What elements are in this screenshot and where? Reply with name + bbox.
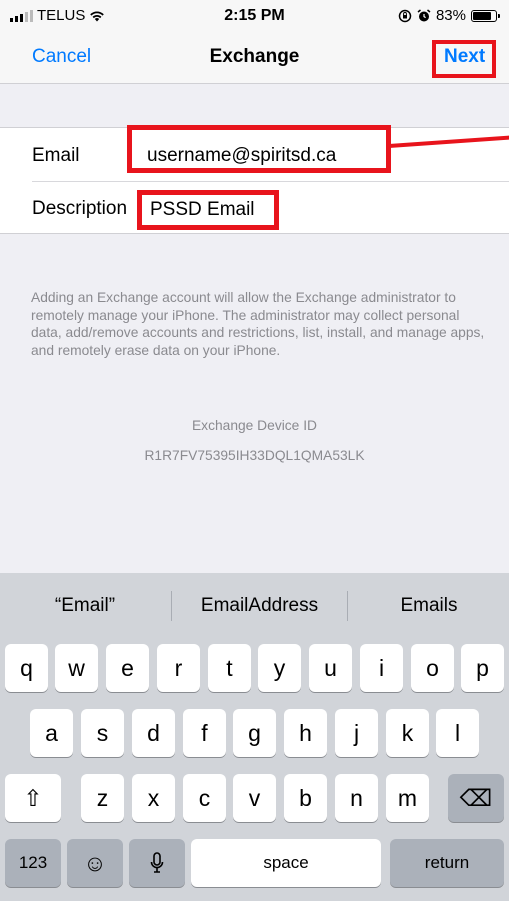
numbers-key[interactable]: 123 (5, 839, 61, 887)
key-c[interactable]: c (183, 774, 226, 822)
alarm-icon (417, 8, 431, 21)
email-highlight-box (127, 125, 391, 173)
delete-key[interactable]: ⌫ (448, 774, 504, 822)
dictation-key[interactable] (129, 839, 185, 887)
key-o[interactable]: o (411, 644, 454, 692)
key-d[interactable]: d (132, 709, 175, 757)
key-p[interactable]: p (461, 644, 504, 692)
key-f[interactable]: f (183, 709, 226, 757)
key-s[interactable]: s (81, 709, 124, 757)
key-t[interactable]: t (208, 644, 251, 692)
suggestion-3[interactable]: Emails (349, 595, 509, 617)
return-key[interactable]: return (390, 839, 504, 887)
keyboard: “Email” EmailAddress Emails q w e r t y … (0, 573, 509, 901)
key-a[interactable]: a (30, 709, 73, 757)
key-l[interactable]: l (436, 709, 479, 757)
key-g[interactable]: g (233, 709, 276, 757)
next-button[interactable]: Next (444, 46, 485, 68)
suggestion-2[interactable]: EmailAddress (172, 595, 347, 617)
key-h[interactable]: h (284, 709, 327, 757)
suggestion-divider (347, 591, 348, 621)
key-z[interactable]: z (81, 774, 124, 822)
shift-icon: ⇧ (23, 784, 43, 811)
battery-percent: 83% (435, 7, 466, 24)
suggestion-bar: “Email” EmailAddress Emails (0, 573, 509, 639)
delete-icon: ⌫ (459, 784, 493, 811)
emoji-icon: ☺ (83, 849, 107, 876)
key-e[interactable]: e (106, 644, 149, 692)
key-i[interactable]: i (360, 644, 403, 692)
email-label: Email (32, 145, 80, 166)
key-j[interactable]: j (335, 709, 378, 757)
microphone-icon (150, 852, 164, 873)
status-right: 83% (398, 7, 500, 24)
key-r[interactable]: r (157, 644, 200, 692)
battery-icon (471, 9, 500, 22)
device-id-value: R1R7FV75395IH33DQL1QMA53LK (144, 448, 365, 463)
key-v[interactable]: v (233, 774, 276, 822)
rotation-lock-icon (398, 9, 412, 22)
status-bar: TELUS 2:15 PM 83% (0, 0, 509, 32)
description-label: Description (32, 198, 128, 219)
key-x[interactable]: x (132, 774, 175, 822)
key-u[interactable]: u (309, 644, 352, 692)
key-w[interactable]: w (55, 644, 98, 692)
emoji-key[interactable]: ☺ (67, 839, 123, 887)
key-m[interactable]: m (386, 774, 429, 822)
key-k[interactable]: k (386, 709, 429, 757)
space-key[interactable]: space (191, 839, 381, 887)
device-id-label: Exchange Device ID (191, 418, 317, 433)
key-q[interactable]: q (5, 644, 48, 692)
suggestion-1[interactable]: “Email” (0, 595, 170, 617)
key-y[interactable]: y (258, 644, 301, 692)
key-b[interactable]: b (284, 774, 327, 822)
key-n[interactable]: n (335, 774, 378, 822)
exchange-disclaimer: Adding an Exchange account will allow th… (31, 290, 485, 358)
description-highlight-box (137, 190, 279, 230)
shift-key[interactable]: ⇧ (5, 774, 61, 822)
